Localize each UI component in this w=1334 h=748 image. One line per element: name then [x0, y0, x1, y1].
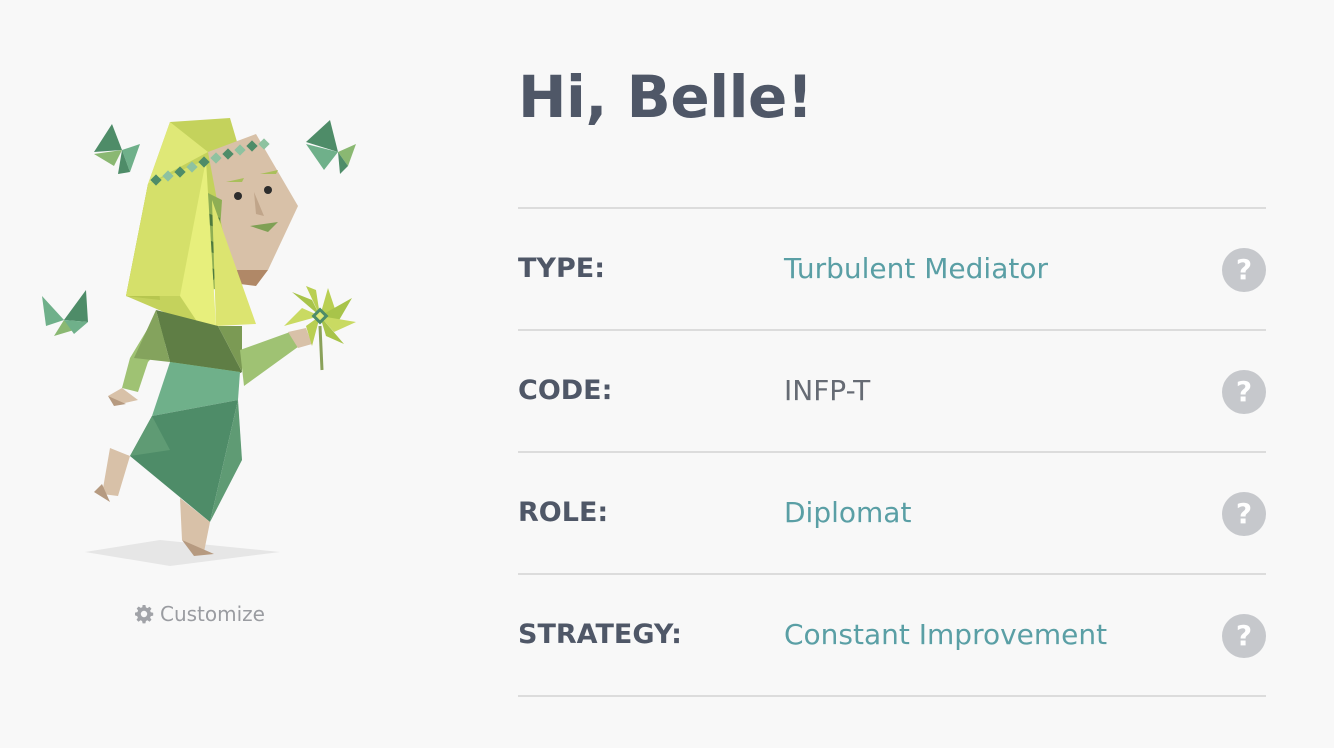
- trait-label: CODE:: [518, 375, 613, 406]
- trait-row-type: TYPE: Turbulent Mediator ?: [518, 209, 1266, 331]
- trait-label: STRATEGY:: [518, 619, 682, 650]
- avatar: [30, 100, 390, 580]
- trait-row-role: ROLE: Diplomat ?: [518, 453, 1266, 575]
- trait-value-link[interactable]: Turbulent Mediator: [784, 209, 1048, 329]
- trait-label: TYPE:: [518, 253, 605, 284]
- butterfly-icon: [306, 120, 356, 174]
- trait-value: INFP-T: [784, 374, 871, 407]
- trait-list: TYPE: Turbulent Mediator ? CODE: INFP-T …: [518, 207, 1266, 697]
- butterfly-icon: [42, 290, 88, 336]
- gear-icon: [134, 604, 154, 624]
- page-title: Hi, Belle!: [518, 63, 813, 131]
- trait-value-link[interactable]: Diplomat: [784, 453, 911, 573]
- butterfly-icon: [94, 124, 140, 174]
- profile-summary: Hi, Belle! TYPE: Turbulent Mediator ? CO…: [518, 56, 1266, 697]
- trait-label: ROLE:: [518, 497, 609, 528]
- flower-icon: [284, 286, 356, 371]
- trait-row-code: CODE: INFP-T ?: [518, 331, 1266, 453]
- help-button[interactable]: ?: [1222, 614, 1266, 658]
- avatar-illustration: [42, 118, 356, 566]
- help-button[interactable]: ?: [1222, 248, 1266, 292]
- trait-value-link[interactable]: Constant Improvement: [784, 575, 1107, 695]
- help-button[interactable]: ?: [1222, 370, 1266, 414]
- customize-label: Customize: [160, 602, 265, 626]
- customize-button[interactable]: Customize: [134, 600, 265, 628]
- trait-row-strategy: STRATEGY: Constant Improvement ?: [518, 575, 1266, 697]
- help-button[interactable]: ?: [1222, 492, 1266, 536]
